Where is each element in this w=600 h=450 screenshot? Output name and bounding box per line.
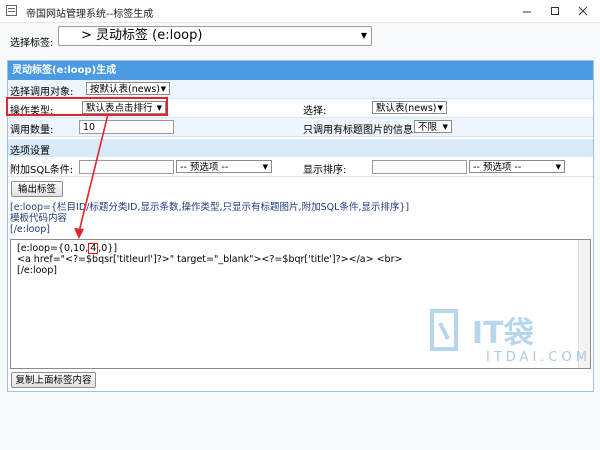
sql-sort-row: 附加SQL条件: -- 预选项 -- ▼ 显示排序: -- 预选项 -- ▼	[8, 158, 593, 177]
chevron-down-icon: ▼	[262, 163, 268, 171]
options-section-label: 选项设置	[10, 146, 50, 157]
sort-preset-value: -- 预选项 --	[473, 162, 522, 173]
minimize-icon	[523, 11, 531, 13]
chevron-down-icon: ▼	[555, 163, 561, 171]
tag-selector-label: 选择标签:	[10, 38, 54, 49]
title-bar: 帝国网站管理系统--标签生成	[0, 0, 600, 23]
code-line: [e:loop={0,10, 4,0}]	[17, 243, 117, 254]
window-title: 帝国网站管理系统--标签生成	[26, 9, 154, 20]
chevron-down-icon: ▼	[442, 123, 448, 131]
close-button[interactable]	[570, 2, 596, 20]
extra-sql-preset-select[interactable]: -- 预选项 -- ▼	[176, 160, 272, 173]
annotation-highlight-box	[6, 97, 168, 116]
sort-preset-select[interactable]: -- 预选项 -- ▼	[469, 160, 565, 173]
copy-tag-button[interactable]: 复制上面标签内容	[11, 372, 96, 388]
code-segment: [e:loop={0,10,	[17, 243, 89, 254]
chevron-down-icon: ▼	[360, 31, 367, 40]
chevron-down-icon: ▼	[160, 85, 166, 93]
count-row: 调用数量: 10 只调用有标题图片的信息: 不限 ▼	[8, 118, 593, 137]
app-icon	[6, 5, 17, 16]
options-section-header: 选项设置	[8, 139, 593, 157]
textarea-scrollbar[interactable]	[578, 240, 590, 368]
help-line: [e:loop={栏目ID/标题分类ID,显示条数,操作类型,只显示有标题图片,…	[10, 202, 410, 213]
watermark-url: ITDAI.COM	[486, 350, 591, 365]
code-segment: ,0}]	[98, 243, 118, 254]
choose-value: 默认表(news)	[376, 103, 437, 114]
sort-input[interactable]	[372, 160, 467, 174]
help-line: 模板代码内容	[10, 213, 68, 224]
call-object-value: 按默认表(news)	[90, 84, 160, 95]
choose-select[interactable]: 默认表(news) ▼	[372, 101, 447, 114]
minimize-button[interactable]	[514, 2, 540, 20]
maximize-icon	[551, 7, 559, 15]
count-value: 10	[83, 122, 96, 133]
call-object-select[interactable]: 按默认表(news) ▼	[86, 82, 170, 95]
help-line: [/e:loop]	[10, 224, 50, 235]
code-line: [/e:loop]	[17, 265, 57, 276]
count-label: 调用数量:	[10, 125, 54, 136]
extra-sql-label: 附加SQL条件:	[10, 165, 74, 176]
title-pic-value: 不限	[418, 122, 438, 133]
watermark-brand: IT袋	[472, 316, 534, 351]
code-line: <a href="<?=$bqsr['titleurl']?>" target=…	[17, 254, 403, 265]
close-icon	[578, 6, 588, 16]
call-object-label: 选择调用对象:	[10, 87, 74, 98]
maximize-button[interactable]	[542, 2, 568, 20]
tag-select-value: > 灵动标签 (e:loop)	[81, 28, 203, 43]
extra-sql-input[interactable]	[79, 160, 174, 174]
chevron-down-icon: ▼	[437, 104, 443, 112]
extra-sql-preset-value: -- 预选项 --	[180, 162, 229, 173]
title-pic-label: 只调用有标题图片的信息:	[303, 125, 417, 136]
output-tag-button[interactable]: 输出标签	[11, 181, 63, 197]
choose-label: 选择:	[303, 106, 327, 117]
count-input[interactable]: 10	[79, 120, 174, 134]
panel-header: 灵动标签(e:loop)生成	[8, 61, 593, 80]
title-pic-select[interactable]: 不限 ▼	[414, 120, 452, 133]
sort-label: 显示排序:	[303, 165, 347, 176]
help-text: [e:loop={栏目ID/标题分类ID,显示条数,操作类型,只显示有标题图片,…	[10, 202, 409, 235]
tag-select[interactable]: > 灵动标签 (e:loop) ▼	[58, 26, 372, 46]
operation-type-param-highlight: 4	[88, 243, 99, 254]
